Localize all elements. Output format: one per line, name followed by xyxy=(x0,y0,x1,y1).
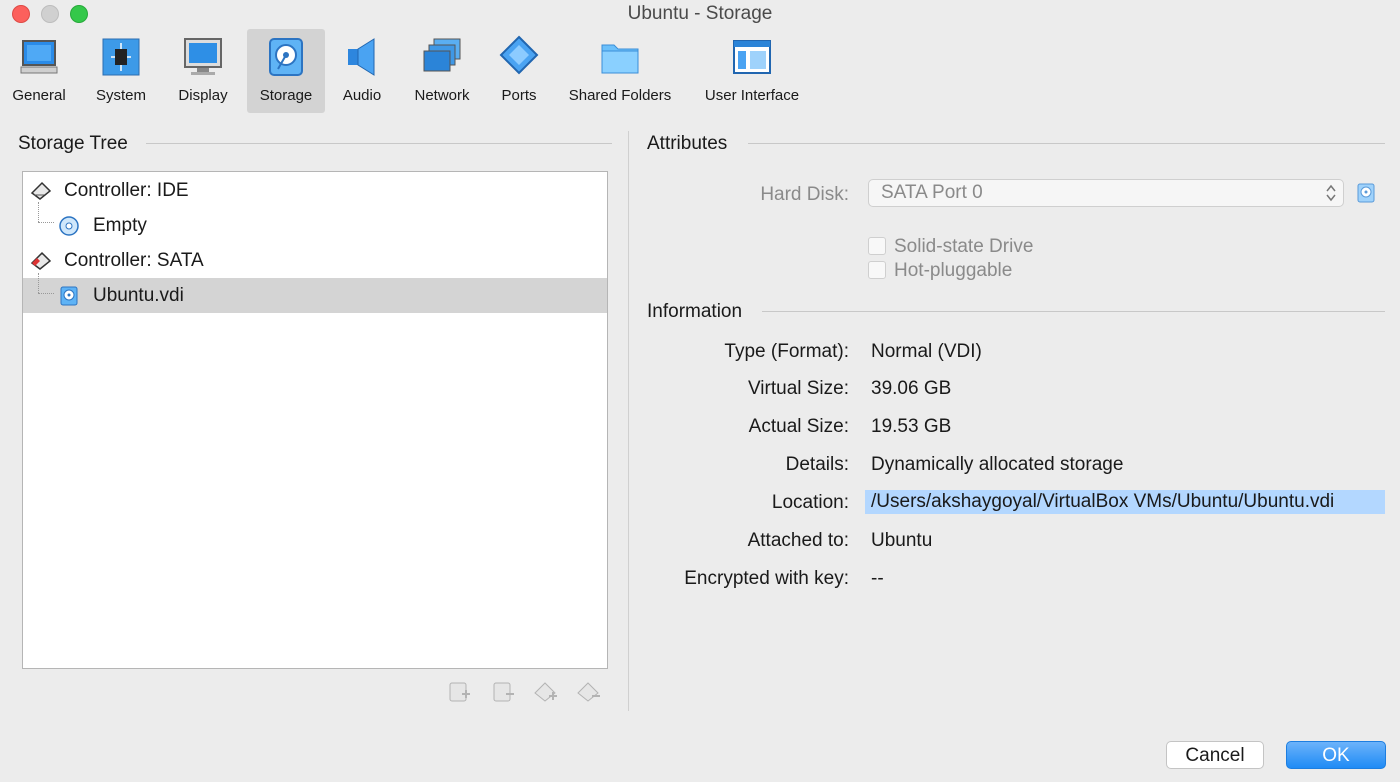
close-window-button[interactable] xyxy=(12,5,30,23)
remove-attachment-icon[interactable] xyxy=(490,680,516,704)
cancel-button[interactable]: Cancel xyxy=(1166,741,1264,769)
folder-icon xyxy=(601,44,639,74)
location-label: Location: xyxy=(771,492,849,513)
actual-size-label: Actual Size: xyxy=(748,416,849,437)
hot-pluggable-label: Hot-pluggable xyxy=(894,260,1013,281)
tab-display[interactable]: Display xyxy=(168,29,238,113)
solid-state-drive-checkbox[interactable] xyxy=(868,237,886,255)
tab-network-label: Network xyxy=(414,87,470,104)
tree-row-ide-controller[interactable]: Controller: IDE xyxy=(23,173,607,208)
tab-ports[interactable]: Ports xyxy=(492,29,546,113)
storage-tree-divider xyxy=(146,143,612,144)
hot-pluggable-checkbox[interactable] xyxy=(868,261,886,279)
encrypted-with-key-label: Encrypted with key: xyxy=(684,568,849,589)
window-title: Ubuntu - Storage xyxy=(627,3,773,24)
details-value: Dynamically allocated storage xyxy=(871,454,1124,475)
virtual-size-value: 39.06 GB xyxy=(871,378,952,399)
hard-disk-select-value: SATA Port 0 xyxy=(881,182,983,203)
tab-shared-folders[interactable]: Shared Folders xyxy=(562,29,678,113)
tree-row-sata-controller[interactable]: Controller: SATA xyxy=(23,243,607,278)
choose-disk-icon[interactable] xyxy=(1356,182,1376,204)
general-icon xyxy=(20,40,58,74)
minimize-window-button[interactable] xyxy=(41,5,59,23)
ports-icon xyxy=(499,35,539,75)
panel-separator xyxy=(628,131,629,711)
tab-system-label: System xyxy=(95,87,146,104)
hard-disk-icon xyxy=(60,286,78,306)
tab-user-interface[interactable]: User Interface xyxy=(696,29,808,113)
tab-display-label: Display xyxy=(178,87,228,104)
tab-network[interactable]: Network xyxy=(404,29,480,113)
attached-to-label: Attached to: xyxy=(747,530,849,551)
window-titlebar: Ubuntu - Storage xyxy=(0,0,1400,28)
storage-tree-title: Storage Tree xyxy=(18,133,128,154)
tab-ports-label: Ports xyxy=(501,87,537,104)
tab-user-interface-label: User Interface xyxy=(704,87,800,104)
attached-to-value: Ubuntu xyxy=(871,530,933,551)
display-monitor-icon xyxy=(184,38,222,75)
actual-size-value: 19.53 GB xyxy=(871,416,952,437)
tab-general[interactable]: General xyxy=(4,29,74,113)
tab-storage-label: Storage xyxy=(259,87,313,104)
optical-disc-icon xyxy=(59,216,79,236)
information-divider xyxy=(762,311,1385,312)
select-arrows-icon xyxy=(1326,184,1336,202)
add-controller-icon[interactable] xyxy=(533,680,559,704)
tab-audio[interactable]: Audio xyxy=(332,29,392,113)
ide-controller-icon xyxy=(30,181,52,200)
tree-connector xyxy=(38,293,54,294)
add-attachment-icon[interactable] xyxy=(446,680,472,704)
attributes-divider xyxy=(748,143,1385,144)
tree-row-label: Empty xyxy=(93,215,147,236)
location-value[interactable]: /Users/akshaygoyal/VirtualBox VMs/Ubuntu… xyxy=(865,490,1385,514)
zoom-window-button[interactable] xyxy=(70,5,88,23)
network-icon xyxy=(423,38,461,72)
solid-state-drive-label: Solid-state Drive xyxy=(894,236,1034,257)
tab-storage[interactable]: Storage xyxy=(247,29,325,113)
information-title: Information xyxy=(647,301,743,322)
tree-row-label: Controller: SATA xyxy=(64,250,204,271)
remove-controller-icon[interactable] xyxy=(576,680,602,704)
virtual-size-label: Virtual Size: xyxy=(747,378,849,399)
settings-toolbar: General System Display Storage Audio Net… xyxy=(0,29,1400,113)
type-format-value: Normal (VDI) xyxy=(871,341,982,362)
tab-general-label: General xyxy=(12,87,66,104)
tab-shared-folders-label: Shared Folders xyxy=(568,87,672,104)
user-interface-icon xyxy=(733,40,771,74)
sata-controller-icon xyxy=(30,251,52,270)
audio-speaker-icon xyxy=(348,38,375,76)
tree-row-label: Ubuntu.vdi xyxy=(93,285,184,306)
storage-disk-icon xyxy=(269,38,303,76)
tab-audio-label: Audio xyxy=(342,87,382,104)
tab-system[interactable]: System xyxy=(88,29,154,113)
system-chip-icon xyxy=(102,38,140,76)
attributes-title: Attributes xyxy=(647,133,728,154)
tree-row-ubuntu-vdi[interactable]: Ubuntu.vdi xyxy=(23,278,607,313)
encrypted-with-key-value: -- xyxy=(871,568,884,589)
tree-row-empty[interactable]: Empty xyxy=(23,208,607,243)
details-label: Details: xyxy=(785,454,849,475)
storage-tree[interactable]: Controller: IDE Empty Controller: SATA U… xyxy=(22,171,608,669)
tree-action-bar xyxy=(446,680,606,706)
tree-connector xyxy=(38,273,39,293)
tree-row-label: Controller: IDE xyxy=(64,180,189,201)
hard-disk-label: Hard Disk: xyxy=(760,184,849,205)
type-format-label: Type (Format): xyxy=(724,341,849,362)
hard-disk-select[interactable]: SATA Port 0 xyxy=(868,179,1344,207)
ok-button[interactable]: OK xyxy=(1286,741,1386,769)
